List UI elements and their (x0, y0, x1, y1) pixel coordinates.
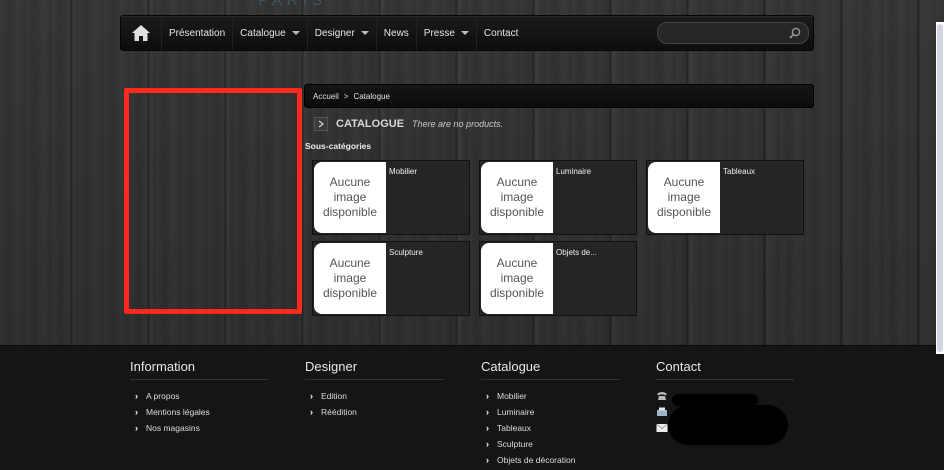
nav-item-designer[interactable]: Designer (306, 16, 376, 50)
footer-heading: Catalogue (481, 359, 619, 380)
no-image-placeholder: Aucune image disponible (314, 243, 386, 314)
home-icon[interactable] (131, 24, 151, 42)
chevron-right-icon (314, 117, 328, 131)
chevron-right-icon: › (486, 455, 489, 465)
no-image-placeholder: Aucune image disponible (481, 162, 553, 233)
chevron-right-icon: › (310, 391, 313, 401)
chevron-right-icon: › (486, 391, 489, 401)
subcategories-heading: Sous-catégories (305, 141, 372, 151)
no-image-placeholder: Aucune image disponible (314, 162, 386, 233)
nav-item-presentation[interactable]: Présentation (161, 16, 232, 50)
no-products-message: There are no products. (412, 119, 504, 129)
breadcrumb-home-link[interactable]: Accueil (313, 92, 339, 101)
search-icon[interactable] (788, 26, 802, 40)
footer-designer: Designer › Edition › Réédition (305, 359, 445, 420)
chevron-right-icon: › (310, 407, 313, 417)
no-image-placeholder: Aucune image disponible (481, 243, 553, 314)
chevron-down-icon (360, 31, 369, 35)
chevron-down-icon (460, 31, 469, 35)
subcategory-name[interactable]: Objets de... (556, 248, 597, 257)
footer-link[interactable]: › Edition (305, 388, 445, 404)
category-title-row: CATALOGUE There are no products. (314, 117, 503, 131)
subcategory-card-luminaire[interactable]: Aucune image disponible Luminaire (479, 160, 637, 235)
chevron-right-icon: › (486, 407, 489, 417)
nav-item-presse[interactable]: Presse (415, 16, 476, 50)
footer-link[interactable]: › Tableaux (481, 420, 621, 436)
chevron-right-icon: › (486, 423, 489, 433)
search-input[interactable] (666, 25, 790, 42)
footer-heading: Designer (305, 359, 443, 380)
footer-link[interactable]: › Mentions légales (130, 404, 270, 420)
site-footer: Information › A propos › Mentions légales … (0, 345, 944, 470)
footer-link[interactable]: › A propos (130, 388, 270, 404)
page-title: CATALOGUE (336, 118, 405, 130)
subcategory-name[interactable]: Luminaire (556, 167, 591, 176)
chevron-right-icon: › (135, 407, 138, 417)
subcategory-name[interactable]: Sculpture (389, 248, 423, 257)
main-navbar: Présentation Catalogue Designer News Pre… (120, 15, 814, 51)
chevron-right-icon: › (486, 439, 489, 449)
subcategory-card-tableaux[interactable]: Aucune image disponible Tableaux (646, 160, 804, 235)
mail-icon (656, 423, 668, 432)
footer-link[interactable]: › Sculpture (481, 436, 621, 452)
footer-heading: Contact (656, 359, 794, 380)
redacted-contact-details (668, 405, 788, 445)
search-box (657, 22, 809, 44)
phone-icon (657, 392, 667, 400)
footer-link[interactable]: › Objets de décoration (481, 452, 621, 468)
subcategory-card-sculpture[interactable]: Aucune image disponible Sculpture (312, 241, 470, 316)
subcategory-card-objets[interactable]: Aucune image disponible Objets de... (479, 241, 637, 316)
chevron-down-icon (291, 31, 300, 35)
footer-catalogue: Catalogue › Mobilier › Luminaire › Tableaux… (481, 359, 621, 468)
footer-link[interactable]: › Nos magasins (130, 420, 270, 436)
subcategory-card-mobilier[interactable]: Aucune image disponible Mobilier (312, 160, 470, 235)
footer-heading: Information (130, 359, 268, 380)
nav-item-contact[interactable]: Contact (475, 16, 525, 50)
subcategory-name[interactable]: Mobilier (389, 167, 417, 176)
breadcrumb-current: Catalogue (353, 91, 390, 101)
footer-link[interactable]: › Réédition (305, 404, 445, 420)
nav-item-news[interactable]: News (375, 16, 416, 50)
footer-link[interactable]: › Mobilier (481, 388, 621, 404)
breadcrumb-separator: > (343, 91, 349, 101)
highlighted-empty-column (124, 88, 302, 314)
footer-link[interactable]: › Luminaire (481, 404, 621, 420)
footer-information: Information › A propos › Mentions légales … (130, 359, 270, 436)
nav-item-catalogue[interactable]: Catalogue (232, 16, 307, 50)
chevron-right-icon: › (135, 391, 138, 401)
chevron-right-icon: › (135, 423, 138, 433)
site-logo-text[interactable]: PARIS (258, 0, 327, 9)
nav-menu: Présentation Catalogue Designer News Pre… (161, 16, 525, 50)
fax-icon (657, 407, 667, 416)
page-scrollbar-thumb[interactable] (937, 24, 943, 352)
subcategory-name[interactable]: Tableaux (723, 167, 755, 176)
breadcrumb: Accueil > Catalogue (304, 84, 814, 108)
no-image-placeholder: Aucune image disponible (648, 162, 720, 233)
